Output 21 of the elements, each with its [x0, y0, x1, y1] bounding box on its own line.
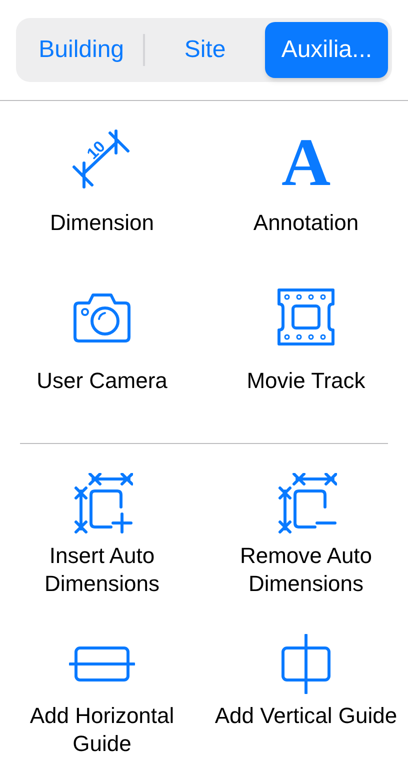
tool-label: Insert Auto Dimensions [44, 542, 160, 598]
tool-item[interactable]: Insert Auto Dimensions [0, 472, 204, 632]
horizontal-guide-icon [69, 644, 135, 684]
letter-icon: A [276, 129, 336, 189]
tool-label: User Camera [36, 367, 168, 395]
tool-label: Remove Auto Dimensions [238, 542, 374, 598]
tool-label: Add Vertical Guide [214, 702, 398, 730]
tool-label: Add Horizontal Guide [28, 702, 176, 758]
segment-tab[interactable]: Auxilia... [265, 22, 388, 78]
vertical-guide-icon [280, 634, 332, 694]
tool-item[interactable]: Remove Auto Dimensions [204, 472, 408, 632]
tool-item[interactable]: Movie Track [204, 285, 408, 443]
tool-label: Movie Track [246, 367, 366, 395]
tool-item[interactable]: Add Horizontal Guide [0, 632, 204, 780]
tool-item[interactable]: User Camera [0, 285, 204, 443]
tool-label: Annotation [252, 209, 360, 237]
film-strip-icon [275, 286, 337, 348]
tool-item[interactable]: Add Vertical Guide [204, 632, 408, 780]
tool-item[interactable]: A Annotation [204, 127, 408, 285]
tool-item[interactable]: 10 Dimension [0, 127, 204, 285]
tool-label: Dimension [49, 209, 155, 237]
